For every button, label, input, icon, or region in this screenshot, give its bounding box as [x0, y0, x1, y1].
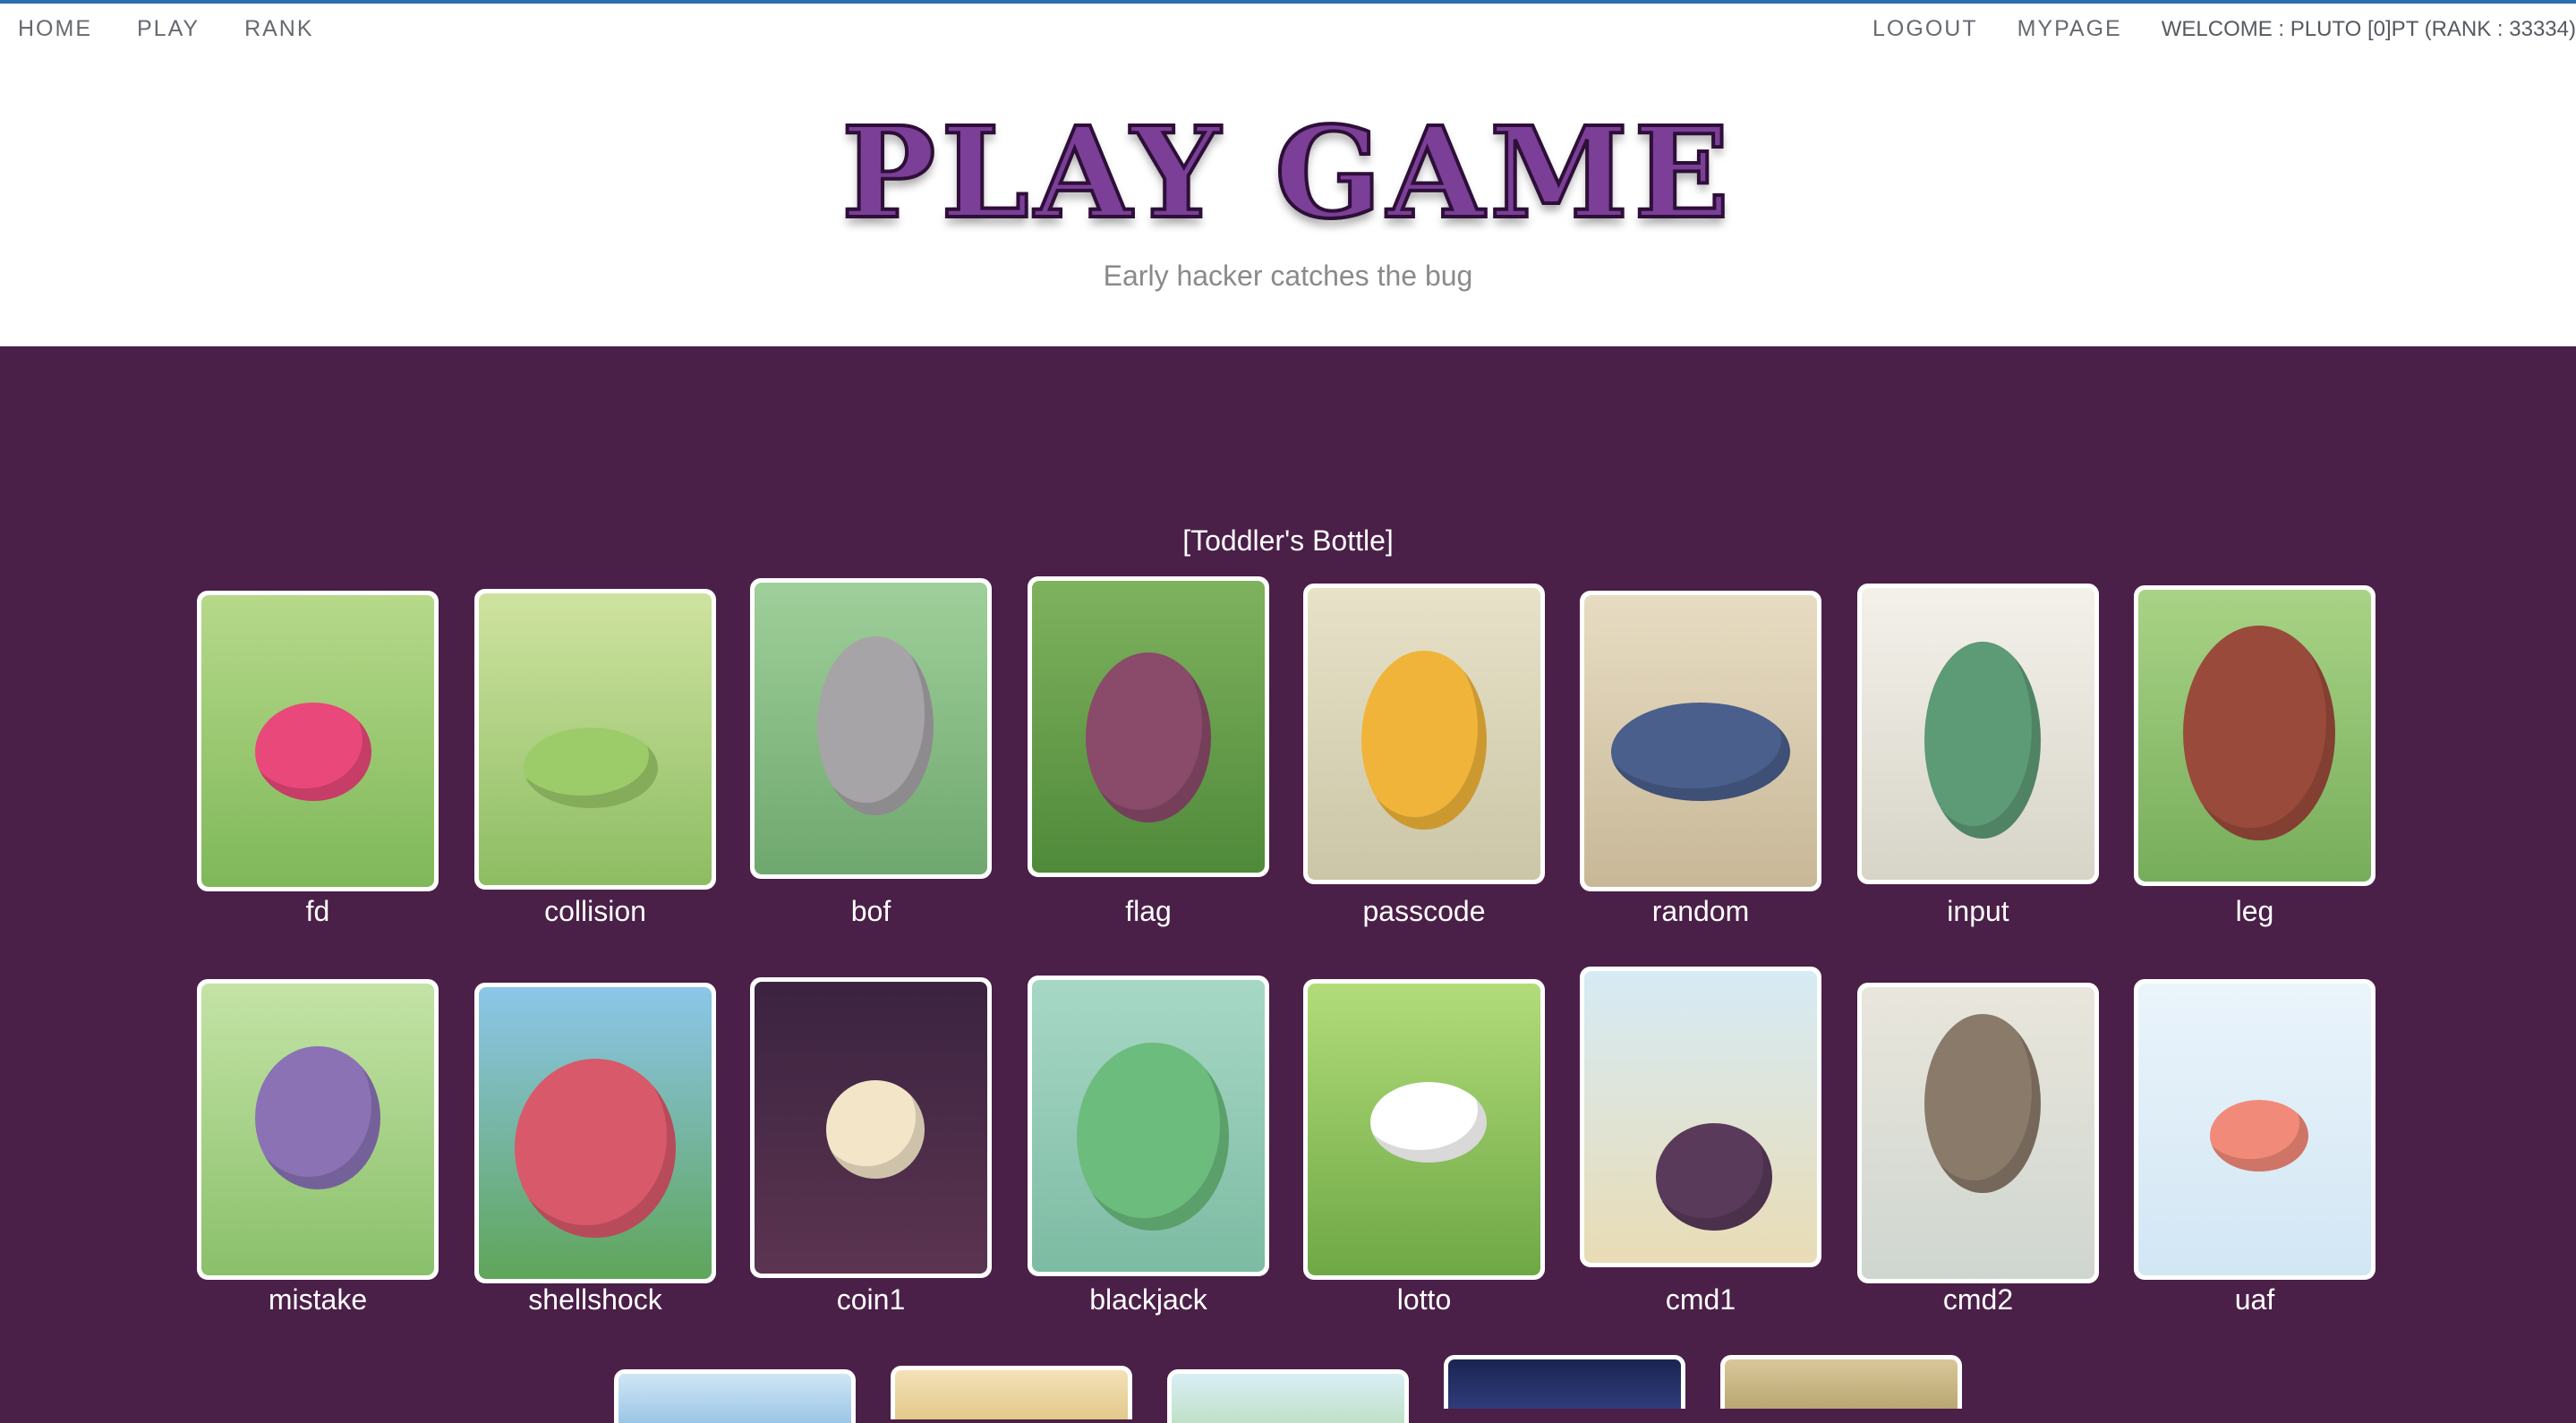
game-card-image[interactable] — [1857, 983, 2099, 1283]
game-card-lotto[interactable]: lotto — [1303, 979, 1545, 1316]
game-name-label[interactable]: mistake — [197, 1283, 439, 1316]
game-card-fd[interactable]: fd — [197, 591, 439, 927]
character-shape — [2210, 1100, 2308, 1172]
character-shape — [826, 1080, 925, 1179]
game-card-bof[interactable]: bof — [750, 578, 992, 927]
character-shape — [1611, 703, 1790, 801]
category-heading: [Toddler's Bottle] — [1182, 524, 1394, 557]
game-card-image[interactable] — [1028, 976, 1269, 1276]
nav-home-link[interactable]: HOME — [18, 16, 92, 42]
game-card-cmd1[interactable]: cmd1 — [1580, 967, 1821, 1316]
game-illustration — [1584, 971, 1817, 1263]
game-card-image[interactable] — [1857, 584, 2099, 884]
main-nav: HOME PLAY RANK — [18, 16, 314, 42]
game-illustration — [201, 595, 434, 887]
game-card-image[interactable] — [1580, 967, 1821, 1267]
game-card-image[interactable] — [197, 591, 439, 891]
logout-link[interactable]: LOGOUT — [1872, 16, 1978, 42]
game-name-label[interactable]: collision — [474, 895, 716, 928]
game-card-leg[interactable]: leg — [2134, 585, 2376, 927]
partial-card-4[interactable] — [1444, 1355, 1685, 1409]
game-illustration — [755, 982, 987, 1274]
game-illustration — [479, 593, 712, 885]
game-card-image[interactable] — [2134, 585, 2376, 886]
character-shape — [515, 1059, 676, 1238]
character-shape — [1370, 1082, 1487, 1163]
character-shape — [255, 703, 371, 801]
page-title: PLAY GAME — [840, 100, 1735, 247]
partial-card-5[interactable] — [1720, 1355, 1962, 1409]
game-illustration — [479, 987, 712, 1279]
game-illustration — [1032, 980, 1265, 1272]
game-card-random[interactable]: random — [1580, 591, 1821, 927]
user-nav: LOGOUT MYPAGE WELCOME : PLUTO [0]PT (RAN… — [1872, 16, 2576, 42]
nav-rank-link[interactable]: RANK — [244, 16, 313, 42]
header: HOME PLAY RANK LOGOUT MYPAGE WELCOME : P… — [0, 4, 2576, 346]
game-name-label[interactable]: coin1 — [750, 1283, 992, 1316]
game-card-coin1[interactable]: coin1 — [750, 977, 992, 1316]
game-illustration — [2138, 984, 2371, 1275]
game-card-image[interactable] — [750, 977, 992, 1278]
game-card-uaf[interactable]: uaf — [2134, 979, 2376, 1316]
character-shape — [1924, 1014, 2041, 1193]
game-card-image[interactable] — [2134, 979, 2376, 1280]
character-shape — [1086, 652, 1211, 822]
welcome-text: WELCOME : PLUTO [0]PT (RANK : 33334) — [2161, 16, 2576, 41]
character-shape — [1361, 651, 1487, 830]
game-illustration — [2138, 590, 2371, 882]
game-name-label[interactable]: uaf — [2134, 1283, 2376, 1316]
game-name-label[interactable]: leg — [2134, 895, 2376, 928]
game-card-image[interactable] — [474, 983, 716, 1283]
game-illustration — [755, 583, 987, 874]
character-shape — [2183, 626, 2335, 840]
game-name-label[interactable]: blackjack — [1028, 1283, 1269, 1316]
title-wrap: PLAY GAME — [0, 100, 2576, 247]
character-shape — [524, 728, 658, 808]
partial-card-3[interactable] — [1167, 1369, 1409, 1423]
game-illustration — [201, 984, 434, 1275]
game-name-label[interactable]: cmd2 — [1857, 1283, 2099, 1316]
game-name-label[interactable]: random — [1580, 895, 1821, 928]
character-shape — [255, 1046, 380, 1189]
game-illustration — [1308, 588, 1540, 880]
page-subtitle: Early hacker catches the bug — [1103, 260, 1473, 292]
game-card-passcode[interactable]: passcode — [1303, 584, 1545, 927]
game-card-flag[interactable]: flag — [1028, 576, 1269, 927]
game-card-input[interactable]: input — [1857, 584, 2099, 927]
game-card-mistake[interactable]: mistake — [197, 979, 439, 1316]
game-name-label[interactable]: bof — [750, 895, 992, 928]
game-card-image[interactable] — [197, 979, 439, 1280]
game-name-label[interactable]: flag — [1028, 895, 1269, 928]
game-card-collision[interactable]: collision — [474, 589, 716, 927]
game-name-label[interactable]: fd — [197, 895, 439, 928]
game-illustration — [1862, 588, 2094, 880]
character-shape — [1077, 1043, 1229, 1231]
game-name-label[interactable]: input — [1857, 895, 2099, 928]
game-name-label[interactable]: shellshock — [474, 1283, 716, 1316]
character-shape — [817, 636, 934, 815]
game-illustration — [1862, 987, 2094, 1279]
game-illustration — [1032, 581, 1265, 873]
game-illustration — [1584, 595, 1817, 887]
game-name-label[interactable]: passcode — [1303, 895, 1545, 928]
game-card-image[interactable] — [1303, 979, 1545, 1280]
game-name-label[interactable]: lotto — [1303, 1283, 1545, 1316]
game-card-cmd2[interactable]: cmd2 — [1857, 983, 2099, 1316]
game-card-image[interactable] — [1580, 591, 1821, 891]
game-card-shellshock[interactable]: shellshock — [474, 983, 716, 1316]
game-card-image[interactable] — [750, 578, 992, 879]
game-illustration — [1308, 984, 1540, 1275]
partial-card-2[interactable] — [891, 1366, 1132, 1419]
mypage-link[interactable]: MYPAGE — [2017, 16, 2122, 42]
game-card-blackjack[interactable]: blackjack — [1028, 976, 1269, 1316]
game-name-label[interactable]: cmd1 — [1580, 1283, 1821, 1316]
game-card-image[interactable] — [1303, 584, 1545, 884]
game-card-image[interactable] — [474, 589, 716, 890]
game-card-image[interactable] — [1028, 576, 1269, 877]
character-shape — [1656, 1123, 1772, 1231]
nav-play-link[interactable]: PLAY — [137, 16, 200, 42]
character-shape — [1924, 642, 2041, 839]
partial-card-1[interactable] — [614, 1369, 856, 1423]
